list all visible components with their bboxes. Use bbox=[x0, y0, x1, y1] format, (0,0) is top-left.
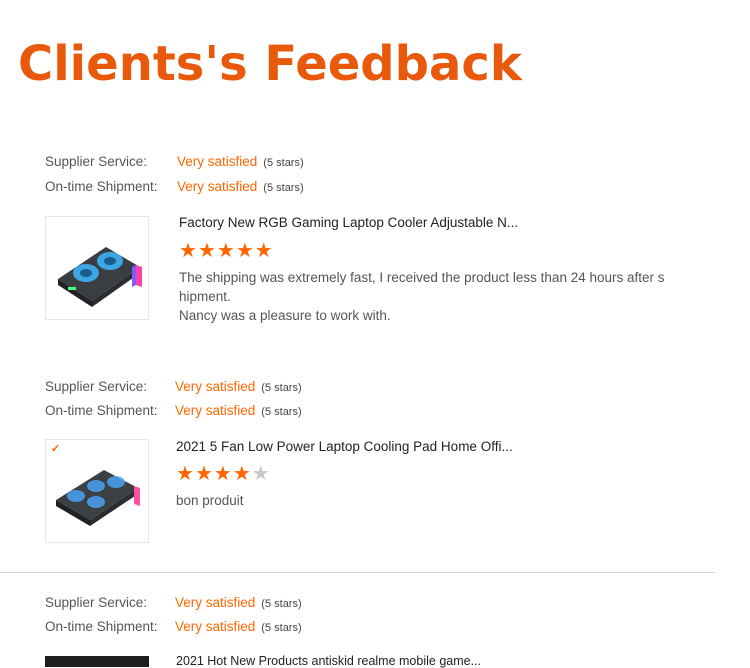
supplier-service-value: Very satisfied bbox=[177, 154, 258, 169]
star-icon: ★ bbox=[194, 463, 214, 485]
star-icon: ★ bbox=[254, 240, 274, 262]
supplier-service-value: Very satisfied bbox=[175, 379, 256, 394]
on-time-shipment-count: (5 stars) bbox=[263, 182, 304, 194]
brand-chevron-icon: ✓ bbox=[51, 443, 61, 455]
review-comment: The shipping was extremely fast, I recei… bbox=[179, 268, 699, 325]
on-time-shipment-value: Very satisfied bbox=[177, 179, 258, 194]
supplier-service-value: Very satisfied bbox=[175, 595, 256, 610]
on-time-shipment-row: On-time Shipment: Very satisfied (5 stars) bbox=[45, 403, 302, 418]
on-time-shipment-count: (5 stars) bbox=[261, 622, 302, 634]
on-time-shipment-count: (5 stars) bbox=[261, 406, 302, 418]
star-icon: ★ bbox=[232, 463, 252, 485]
on-time-shipment-label: On-time Shipment: bbox=[45, 403, 158, 418]
review-comment-line: The shipping was extremely fast, I recei… bbox=[179, 270, 665, 285]
laptop-cooler-image bbox=[56, 470, 140, 526]
review-comment-line: hipment. bbox=[179, 289, 231, 304]
star-icon: ★ bbox=[179, 240, 198, 262]
supplier-service-row: Supplier Service: Very satisfied (5 stars) bbox=[45, 154, 304, 169]
on-time-shipment-row: On-time Shipment: Very satisfied (5 stars) bbox=[45, 619, 302, 634]
supplier-service-label: Supplier Service: bbox=[45, 379, 148, 394]
review-comment: bon produit bbox=[176, 491, 696, 510]
supplier-service-row: Supplier Service: Very satisfied (5 stars) bbox=[45, 595, 302, 610]
product-thumbnail[interactable]: ✓ bbox=[45, 439, 149, 543]
on-time-shipment-value: Very satisfied bbox=[175, 403, 256, 418]
star-empty-icon: ★ bbox=[251, 463, 271, 485]
supplier-service-label: Supplier Service: bbox=[45, 595, 148, 610]
star-icon: ★ bbox=[213, 463, 233, 485]
supplier-service-count: (5 stars) bbox=[263, 157, 304, 169]
laptop-cooler-image bbox=[58, 247, 142, 307]
product-title-link[interactable]: 2021 Hot New Products antiskid realme mo… bbox=[176, 654, 481, 668]
rating-stars: ★★★★★ bbox=[176, 464, 271, 484]
supplier-service-count: (5 stars) bbox=[261, 382, 302, 394]
supplier-service-count: (5 stars) bbox=[261, 598, 302, 610]
star-icon: ★ bbox=[216, 240, 236, 262]
product-title-link[interactable]: Factory New RGB Gaming Laptop Cooler Adj… bbox=[179, 215, 518, 230]
product-thumbnail[interactable] bbox=[45, 216, 149, 320]
supplier-service-label: Supplier Service: bbox=[45, 154, 148, 169]
on-time-shipment-label: On-time Shipment: bbox=[45, 619, 158, 634]
star-icon: ★ bbox=[176, 463, 195, 485]
review-comment-line: bon produit bbox=[176, 493, 244, 508]
product-title-link[interactable]: 2021 5 Fan Low Power Laptop Cooling Pad … bbox=[176, 439, 513, 454]
star-icon: ★ bbox=[235, 240, 255, 262]
on-time-shipment-value: Very satisfied bbox=[175, 619, 256, 634]
star-icon: ★ bbox=[197, 240, 217, 262]
product-thumbnail[interactable] bbox=[45, 656, 149, 667]
on-time-shipment-row: On-time Shipment: Very satisfied (5 stars) bbox=[45, 179, 304, 194]
page-title: Clients's Feedback bbox=[18, 36, 522, 92]
on-time-shipment-label: On-time Shipment: bbox=[45, 179, 158, 194]
rating-stars: ★★★★★ bbox=[179, 241, 274, 261]
review-comment-line: Nancy was a pleasure to work with. bbox=[179, 308, 391, 323]
section-divider bbox=[0, 572, 715, 573]
supplier-service-row: Supplier Service: Very satisfied (5 stars) bbox=[45, 379, 302, 394]
